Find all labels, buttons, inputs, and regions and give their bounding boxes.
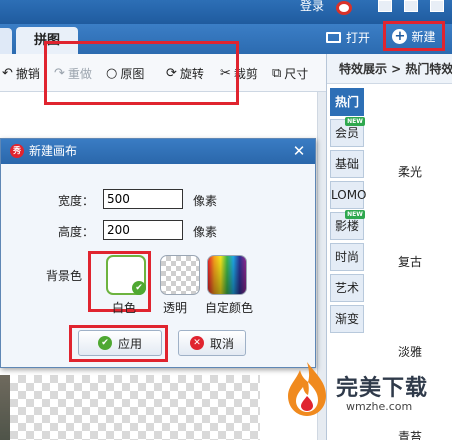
effect-item[interactable]: 复古 [398,253,422,270]
transparent-swatch[interactable] [160,255,200,295]
check-circle-icon: ✔ [97,336,112,350]
tab-previous[interactable] [0,28,12,54]
category-tab-art[interactable]: 艺术 [330,274,364,302]
category-tab-lomo[interactable]: LOMO [330,181,367,209]
apply-label: 应用 [117,336,142,351]
size-label: 尺寸 [284,66,309,81]
minimize-icon[interactable] [404,0,418,12]
category-tab-gradient[interactable]: 渐变 [330,305,364,333]
effects-breadcrumb: 特效展示 > 热门特效 [327,54,452,84]
cancel-circle-icon: ✕ [189,336,204,350]
site-watermark: 完美下载 wmzhe.com [284,360,440,430]
new-badge: NEW [345,117,365,126]
height-unit: 像素 [193,225,218,239]
custom-color-swatch[interactable] [207,255,247,295]
height-input[interactable] [103,220,183,240]
undo-button[interactable]: ↶ 撤销 [2,65,40,81]
weibo-icon[interactable] [336,1,352,15]
white-swatch-label: 白色 [112,301,137,315]
apply-button[interactable]: ✔ 应用 [78,330,162,356]
close-icon[interactable]: ✕ [290,142,308,160]
white-swatch[interactable]: ✔ [106,255,146,295]
undo-label: 撤销 [15,66,40,81]
width-unit: 像素 [193,194,218,208]
width-label: 宽度： [58,194,95,208]
photo-thumbnail [0,375,10,440]
folder-icon [326,31,341,43]
dialog-title: 新建画布 [29,144,78,158]
open-label: 打开 [346,30,371,45]
resize-icon: ⧉ [272,65,282,81]
dialog-title-bar: 秀 新建画布 ✕ [1,139,315,164]
size-button[interactable]: ⧉ 尺寸 [272,65,309,81]
category-tab-vip[interactable]: 会员 NEW [330,117,365,147]
undo-icon: ↶ [2,65,13,81]
category-tab-studio[interactable]: 影楼 NEW [330,210,365,240]
app-logo-icon: 秀 [10,144,24,158]
open-button[interactable]: 打开 [326,27,370,47]
new-button[interactable]: + 新建 [383,21,445,51]
category-tab-basic[interactable]: 基础 [330,150,364,178]
new-label: 新建 [411,29,436,44]
new-badge: NEW [345,210,365,219]
effect-item[interactable]: 淡雅 [398,343,422,360]
effect-item[interactable]: 柔光 [398,163,422,180]
login-link[interactable]: 登录 [300,0,324,14]
background-color-label: 背景色 [46,269,83,283]
cancel-label: 取消 [209,336,234,351]
height-label: 高度： [58,225,95,239]
feedback-icon[interactable] [378,0,392,12]
cancel-button[interactable]: ✕ 取消 [178,330,246,356]
category-tab-hot[interactable]: 热门 [330,88,364,116]
checkmark-icon: ✔ [132,281,146,295]
plus-icon: + [392,28,408,44]
transparent-swatch-label: 透明 [163,301,188,315]
flame-logo-icon [288,362,326,416]
size-highlight [44,41,239,105]
transparent-canvas[interactable] [10,375,260,440]
width-input[interactable] [103,189,183,209]
category-tab-fashion[interactable]: 时尚 [330,243,364,271]
menu-dropdown-icon[interactable] [430,0,444,12]
custom-swatch-label: 自定颜色 [205,301,254,315]
watermark-title: 完美下载 [336,376,429,401]
watermark-url: wmzhe.com [346,400,413,413]
